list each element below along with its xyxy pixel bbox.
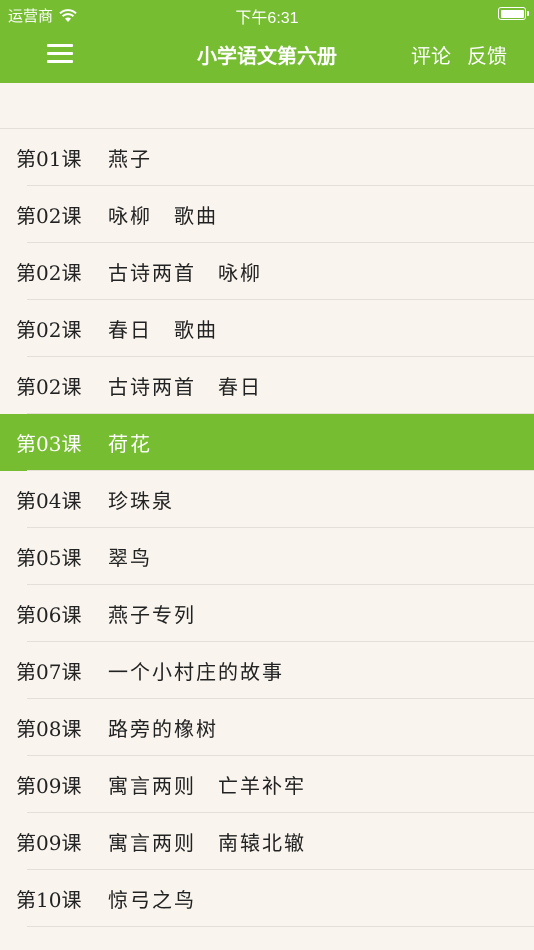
lesson-row[interactable]: 第03课 荷花 — [0, 414, 534, 471]
comment-button[interactable]: 评论 — [411, 40, 451, 69]
lesson-number: 第03课 — [16, 432, 82, 456]
nav-bar: 小学语文第六册 评论 反馈 — [0, 28, 534, 83]
lesson-row[interactable]: 第09课 寓言两则 亡羊补牢 — [0, 756, 534, 813]
lesson-title: 寓言两则 南辕北辙 — [108, 831, 306, 855]
lesson-number: 第02课 — [16, 261, 82, 285]
status-time: 下午6:31 — [235, 10, 299, 27]
lesson-title: 古诗两首 春日 — [108, 375, 262, 399]
feedback-button[interactable]: 反馈 — [467, 40, 507, 69]
lesson-title: 春日 歌曲 — [108, 318, 218, 342]
lesson-title: 一个小村庄的故事 — [108, 660, 284, 684]
lesson-title: 荷花 — [108, 432, 152, 456]
lesson-title: 路旁的橡树 — [108, 717, 218, 741]
status-bar: 运营商 下午6:31 — [0, 0, 534, 28]
lesson-title: 咏柳 歌曲 — [108, 204, 218, 228]
lesson-title: 燕子专列 — [108, 603, 196, 627]
lesson-row[interactable]: 第08课 路旁的橡树 — [0, 699, 534, 756]
lesson-row[interactable]: 第02课 古诗两首 春日 — [0, 357, 534, 414]
lesson-row[interactable]: 第05课 翠鸟 — [0, 528, 534, 585]
lesson-list: 第01课 燕子 第02课 咏柳 歌曲 第02课 古诗两首 咏柳 第02课 春日 歌曲 第02课古… — [0, 129, 534, 927]
lesson-number: 第09课 — [16, 831, 82, 855]
lesson-row[interactable]: 第02课 咏柳 歌曲 — [0, 186, 534, 243]
lesson-title: 古诗两首 咏柳 — [108, 261, 262, 285]
lesson-number: 第07课 — [16, 660, 82, 684]
lesson-row[interactable]: 第02课 古诗两首 咏柳 — [0, 243, 534, 300]
lesson-number: 第02课 — [16, 204, 82, 228]
lesson-row[interactable]: 第04课 珍珠泉 — [0, 471, 534, 528]
lesson-title: 翠鸟 — [108, 546, 152, 570]
menu-icon[interactable] — [47, 44, 73, 64]
battery-icon — [498, 7, 529, 20]
lesson-title: 燕子 — [108, 147, 152, 171]
lesson-number: 第10课 — [16, 888, 82, 912]
lesson-number: 第05课 — [16, 546, 82, 570]
lesson-row[interactable]: 第09课 寓言两则 南辕北辙 — [0, 813, 534, 870]
lesson-row[interactable]: 第06课 燕子专列 — [0, 585, 534, 642]
header: 运营商 下午6:31 小学语文第六册 评论 反馈 — [0, 0, 534, 83]
lesson-row[interactable]: 第07课 一个小村庄的故事 — [0, 642, 534, 699]
list-header-spacer — [0, 83, 534, 129]
lesson-row[interactable]: 第01课 燕子 — [0, 129, 534, 186]
lesson-number: 第09课 — [16, 774, 82, 798]
lesson-number: 第02课 — [16, 318, 82, 342]
lesson-number: 第01课 — [16, 147, 82, 171]
lesson-row[interactable]: 第10课 惊弓之鸟 — [0, 870, 534, 927]
lesson-title: 珍珠泉 — [108, 489, 174, 513]
nav-actions: 评论 反馈 — [411, 40, 507, 69]
lesson-number: 第02课 — [16, 375, 82, 399]
lesson-row[interactable]: 第02课 春日 歌曲 — [0, 300, 534, 357]
lesson-number: 第04课 — [16, 489, 82, 513]
lesson-number: 第08课 — [16, 717, 82, 741]
lesson-number: 第06课 — [16, 603, 82, 627]
lesson-title: 寓言两则 亡羊补牢 — [108, 774, 306, 798]
lesson-title: 惊弓之鸟 — [108, 888, 196, 912]
